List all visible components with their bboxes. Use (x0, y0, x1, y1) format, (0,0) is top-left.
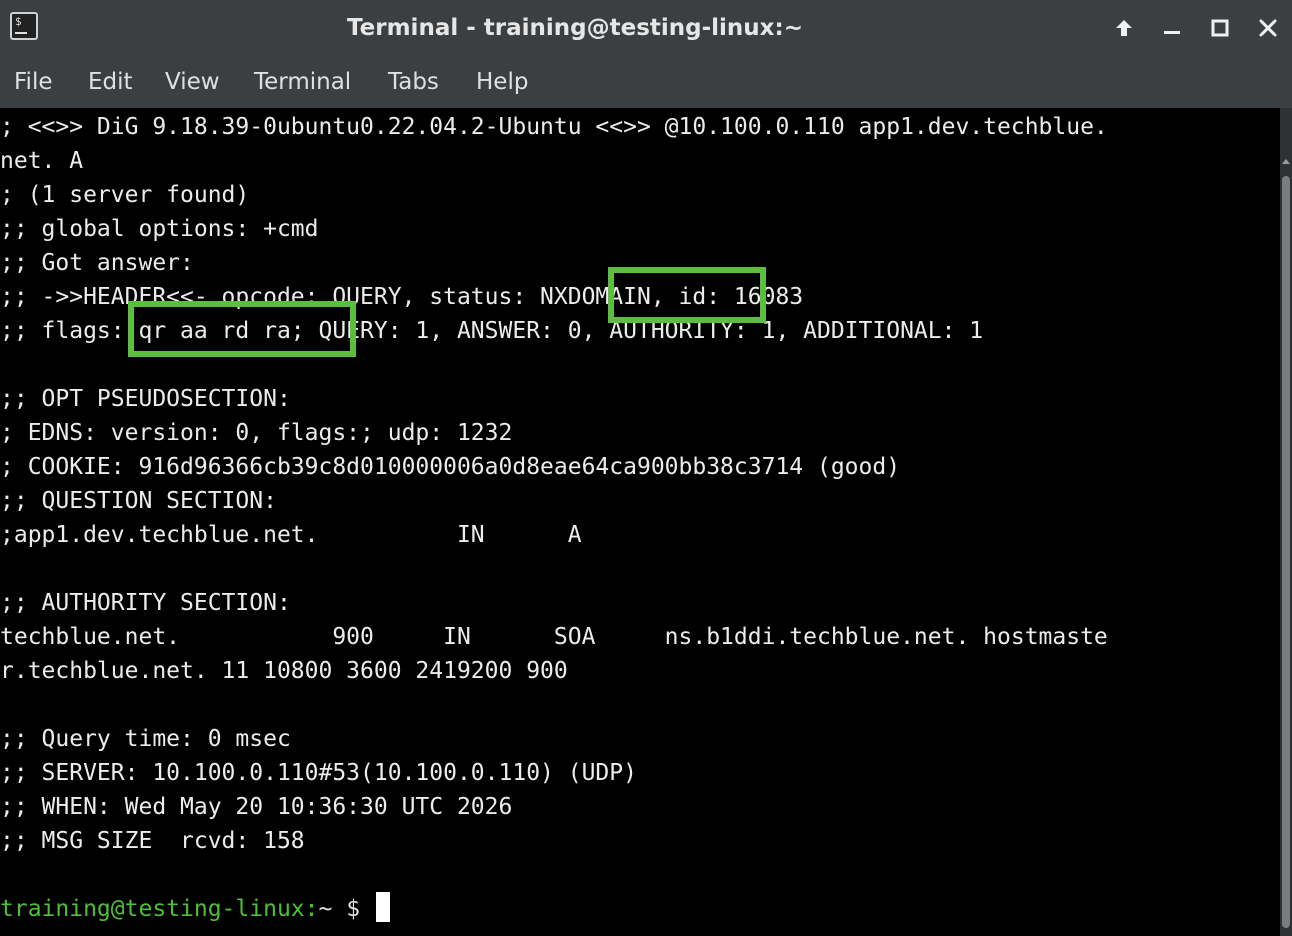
terminal-line: ;; Got answer: (0, 250, 194, 276)
terminal-line: ;; SERVER: 10.100.0.110#53(10.100.0.110)… (0, 760, 637, 786)
text-cursor (375, 892, 390, 922)
terminal-line: techblue.net. 900 IN SOA ns.b1ddi.techbl… (0, 624, 1108, 650)
menu-file[interactable]: File (14, 56, 53, 108)
scroll-up-icon (1282, 159, 1290, 164)
prompt-user-host: training@testing-linux: (0, 896, 319, 922)
minimize-icon (1164, 31, 1180, 34)
close-icon (1259, 19, 1277, 37)
terminal-line: ;; WHEN: Wed May 20 10:36:30 UTC 2026 (0, 794, 513, 820)
terminal-line: r.techblue.net. 11 10800 3600 2419200 90… (0, 658, 568, 684)
shell-prompt: training@testing-linux:~ $ (0, 892, 390, 926)
terminal-line: ; COOKIE: 916d96366cb39c8d010000006a0d8e… (0, 454, 901, 480)
terminal-line: ;; Query time: 0 msec (0, 726, 291, 752)
terminal-line: ;; global options: +cmd (0, 216, 319, 242)
window-title: Terminal - training@testing-linux:~ (347, 15, 803, 41)
maximize-button[interactable] (1204, 12, 1236, 44)
menu-edit[interactable]: Edit (88, 56, 133, 108)
minimize-button[interactable] (1156, 12, 1188, 44)
menu-terminal[interactable]: Terminal (254, 56, 351, 108)
arrow-up-icon (1116, 20, 1132, 36)
menu-tabs[interactable]: Tabs (388, 56, 439, 108)
menu-bar: File Edit View Terminal Tabs Help (0, 56, 1292, 108)
title-bar: $_ $ Terminal - training@testing-linux:~ (0, 0, 1292, 56)
nxdomain-highlight-box (608, 267, 766, 323)
terminal-line: ; <<>> DiG 9.18.39-0ubuntu0.22.04.2-Ubun… (0, 114, 1108, 140)
prompt-path: ~ $ (318, 896, 374, 922)
maximize-icon (1211, 19, 1229, 37)
keep-above-button[interactable] (1108, 12, 1140, 44)
terminal-line: ; EDNS: version: 0, flags:; udp: 1232 (0, 420, 513, 446)
scroll-up-arrow[interactable] (1280, 108, 1292, 172)
terminal-line: ; (1 server found) (0, 182, 250, 208)
scrollbar[interactable] (1280, 108, 1292, 936)
terminal-line: ;; QUESTION SECTION: (0, 488, 277, 514)
menu-view[interactable]: View (165, 56, 220, 108)
scroll-thumb[interactable] (1282, 176, 1290, 928)
terminal-output[interactable]: ; <<>> DiG 9.18.39-0ubuntu0.22.04.2-Ubun… (0, 108, 1280, 936)
menu-help[interactable]: Help (476, 56, 528, 108)
close-button[interactable] (1252, 12, 1284, 44)
flags-highlight-box (128, 301, 356, 357)
terminal-line: ;; MSG SIZE rcvd: 158 (0, 828, 305, 854)
terminal-line: ;app1.dev.techblue.net. IN A (0, 522, 582, 548)
terminal-line: ;; AUTHORITY SECTION: (0, 590, 291, 616)
terminal-line: net. A (0, 148, 84, 174)
terminal-line: ;; OPT PSEUDOSECTION: (0, 386, 291, 412)
